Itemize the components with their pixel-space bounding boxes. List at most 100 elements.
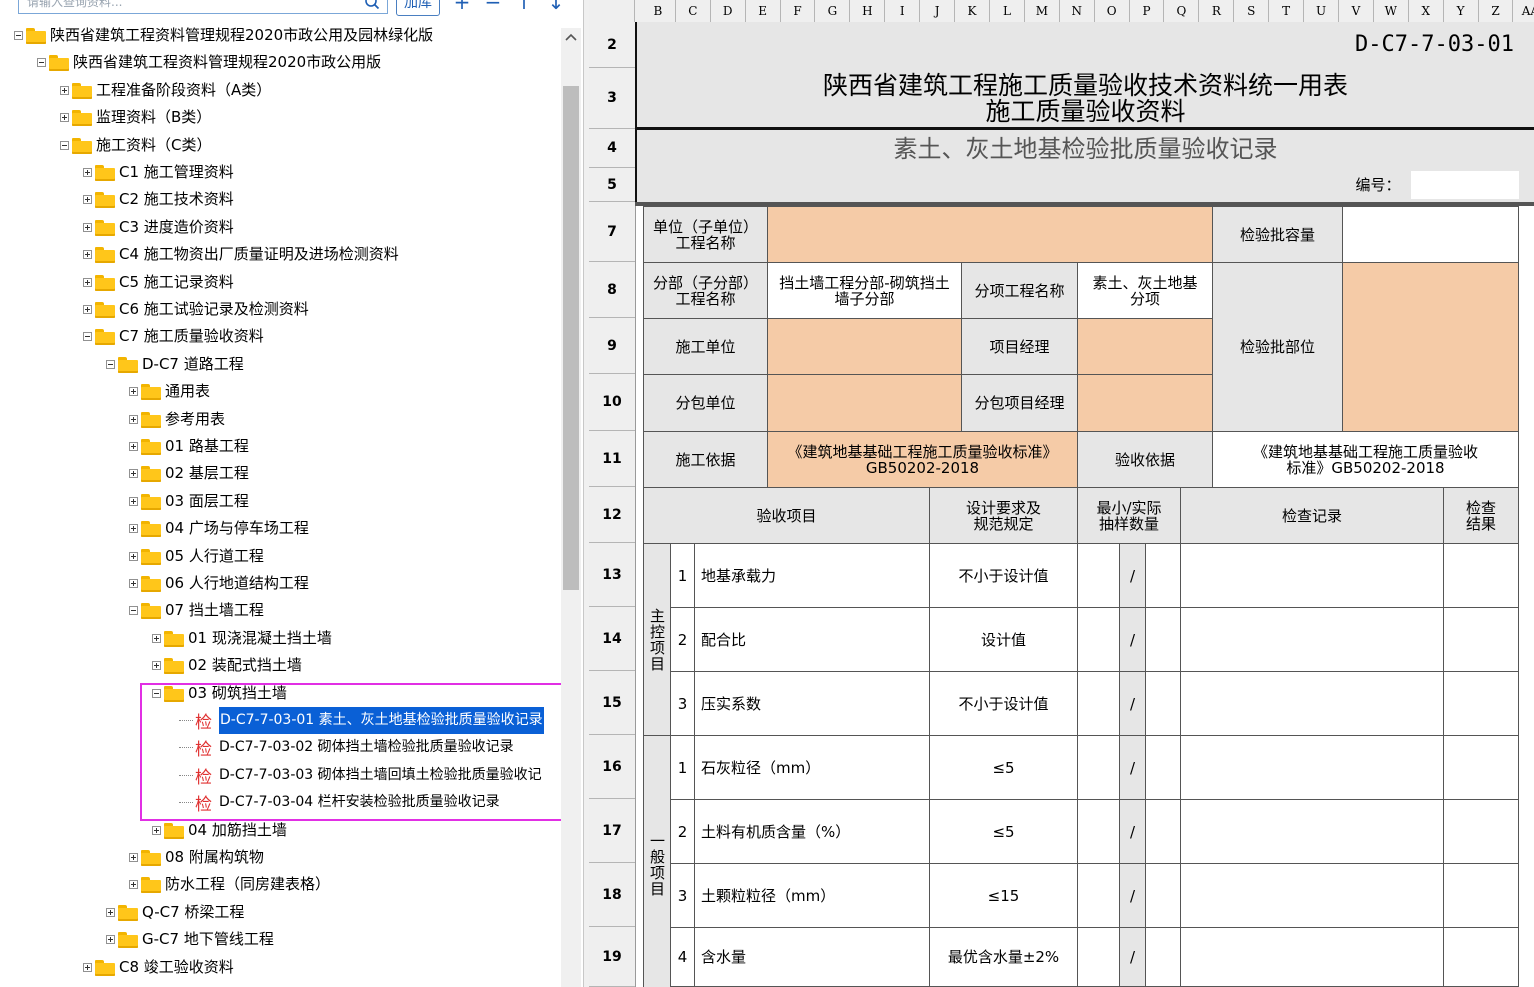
column-header-cell[interactable]: W xyxy=(1374,0,1409,22)
column-header-cell[interactable]: B xyxy=(641,0,676,22)
pm-field[interactable] xyxy=(1077,318,1212,374)
expand-icon[interactable] xyxy=(129,469,138,479)
search-input[interactable]: 请输入查询资料... xyxy=(18,0,388,14)
collapse-icon[interactable] xyxy=(129,606,138,616)
construction-basis-field[interactable]: 《建筑地基基础工程施工质量验收标准》 GB50202-2018 xyxy=(767,431,1077,487)
contractor-field[interactable] xyxy=(767,318,961,374)
tree-folder-item[interactable]: 01 现浇混凝土挡土墙 xyxy=(0,625,560,652)
actual-sample-field[interactable] xyxy=(1145,927,1180,987)
expand-icon[interactable] xyxy=(129,880,138,890)
expand-icon[interactable] xyxy=(129,853,138,862)
expand-icon[interactable] xyxy=(129,551,138,561)
tree-folder-item[interactable]: 02 装配式挡土墙 xyxy=(0,652,560,679)
row-header-cell[interactable]: 9 xyxy=(589,318,635,374)
column-header-cell[interactable]: P xyxy=(1130,0,1165,22)
scrollbar-thumb[interactable] xyxy=(563,86,579,590)
row-header-cell[interactable]: 13 xyxy=(589,543,635,607)
scroll-up-icon[interactable] xyxy=(565,32,577,42)
expand-icon[interactable] xyxy=(152,633,161,643)
tree-folder-item[interactable]: 施工资料（C类） xyxy=(0,132,560,159)
column-header-cell[interactable]: U xyxy=(1304,0,1339,22)
add-library-button[interactable]: 加库 xyxy=(396,0,440,16)
expand-icon[interactable] xyxy=(83,168,92,177)
tree-scrollbar[interactable] xyxy=(561,28,581,987)
tree-folder-item[interactable]: 参考用表 xyxy=(0,406,560,433)
min-sample-field[interactable] xyxy=(1077,671,1119,735)
row-header-cell[interactable]: 12 xyxy=(589,487,635,543)
check-result-field[interactable] xyxy=(1443,607,1519,671)
number-field[interactable] xyxy=(1411,171,1519,199)
column-header-cell[interactable]: H xyxy=(850,0,886,22)
row-header-cell[interactable]: 8 xyxy=(589,262,635,318)
expand-icon[interactable] xyxy=(83,962,92,972)
tree-folder-item[interactable]: 通用表 xyxy=(0,378,560,405)
column-header-cell[interactable]: AA xyxy=(1514,0,1534,22)
expand-icon[interactable] xyxy=(152,661,161,671)
expand-icon[interactable] xyxy=(129,496,138,506)
expand-icon[interactable] xyxy=(129,414,138,424)
column-header-cell[interactable]: I xyxy=(885,0,921,22)
tree-folder-item[interactable]: C3 进度造价资料 xyxy=(0,214,560,241)
check-result-field[interactable] xyxy=(1443,799,1519,863)
subcontractor-field[interactable] xyxy=(767,374,961,431)
check-result-field[interactable] xyxy=(1443,863,1519,927)
column-header-cell[interactable]: O xyxy=(1095,0,1130,22)
expand-icon[interactable] xyxy=(129,579,138,588)
tree-folder-item[interactable]: D-C7 道路工程 xyxy=(0,351,560,378)
tree-folder-item[interactable]: 06 人行地道结构工程 xyxy=(0,570,560,597)
column-header-cell[interactable]: M xyxy=(1025,0,1060,22)
column-header-cell[interactable]: E xyxy=(746,0,781,22)
sub-pm-field[interactable] xyxy=(1077,374,1212,431)
check-record-field[interactable] xyxy=(1180,863,1443,927)
column-header-cell[interactable]: X xyxy=(1409,0,1444,22)
min-sample-field[interactable] xyxy=(1077,927,1119,987)
tree-folder-item[interactable]: C8 竣工验收资料 xyxy=(0,954,560,981)
search-icon[interactable] xyxy=(364,0,380,10)
tree-folder-item[interactable]: 陕西省建筑工程资料管理规程2020市政公用版 xyxy=(0,49,560,76)
check-result-field[interactable] xyxy=(1443,735,1519,799)
expand-icon[interactable] xyxy=(60,85,69,95)
actual-sample-field[interactable] xyxy=(1145,863,1180,927)
collapse-icon[interactable] xyxy=(37,58,46,68)
row-header-cell[interactable]: 5 xyxy=(589,168,635,202)
row-header-cell[interactable]: 19 xyxy=(589,927,635,987)
row-header-cell[interactable]: 10 xyxy=(589,374,635,431)
column-header-cell[interactable]: F xyxy=(781,0,816,22)
tree-folder-item[interactable]: 监理资料（B类） xyxy=(0,104,560,131)
actual-sample-field[interactable] xyxy=(1145,607,1180,671)
row-header-cell[interactable]: 18 xyxy=(589,863,635,927)
expand-icon[interactable] xyxy=(106,935,115,945)
expand-icon[interactable] xyxy=(83,222,92,232)
row-header-cell[interactable]: 2 xyxy=(589,22,635,68)
unit-name-field[interactable] xyxy=(767,206,1212,262)
row-header-cell[interactable]: 17 xyxy=(589,799,635,863)
actual-sample-field[interactable] xyxy=(1145,671,1180,735)
row-header-cell[interactable]: 4 xyxy=(589,129,635,168)
actual-sample-field[interactable] xyxy=(1145,735,1180,799)
collapse-icon[interactable] xyxy=(83,332,92,342)
min-sample-field[interactable] xyxy=(1077,799,1119,863)
tree-folder-item[interactable]: C5 施工记录资料 xyxy=(0,269,560,296)
tree-folder-item[interactable]: C1 施工管理资料 xyxy=(0,159,560,186)
check-result-field[interactable] xyxy=(1443,927,1519,987)
collapse-icon[interactable] xyxy=(106,359,115,369)
tree-folder-item[interactable]: 02 基层工程 xyxy=(0,460,560,487)
column-header-cell[interactable]: C xyxy=(676,0,711,22)
move-down-icon[interactable]: ↓ xyxy=(546,0,566,12)
expand-icon[interactable] xyxy=(129,442,138,451)
collapse-icon[interactable] xyxy=(14,31,23,40)
expand-icon[interactable] xyxy=(106,907,115,917)
tree-folder-item[interactable]: C7 施工质量验收资料 xyxy=(0,323,560,350)
expand-icon[interactable] xyxy=(60,113,69,123)
check-record-field[interactable] xyxy=(1180,543,1443,607)
add-node-icon[interactable]: + xyxy=(452,0,472,12)
tree-folder-item[interactable]: 07 挡土墙工程 xyxy=(0,597,560,624)
min-sample-field[interactable] xyxy=(1077,607,1119,671)
column-header-cell[interactable]: D xyxy=(711,0,746,22)
column-header-cell[interactable]: T xyxy=(1269,0,1305,22)
remove-node-icon[interactable]: − xyxy=(483,0,503,12)
select-all-corner[interactable] xyxy=(589,0,635,22)
row-header-cell[interactable]: 14 xyxy=(589,607,635,671)
move-up-icon[interactable]: ↑ xyxy=(514,0,534,12)
check-result-field[interactable] xyxy=(1443,543,1519,607)
